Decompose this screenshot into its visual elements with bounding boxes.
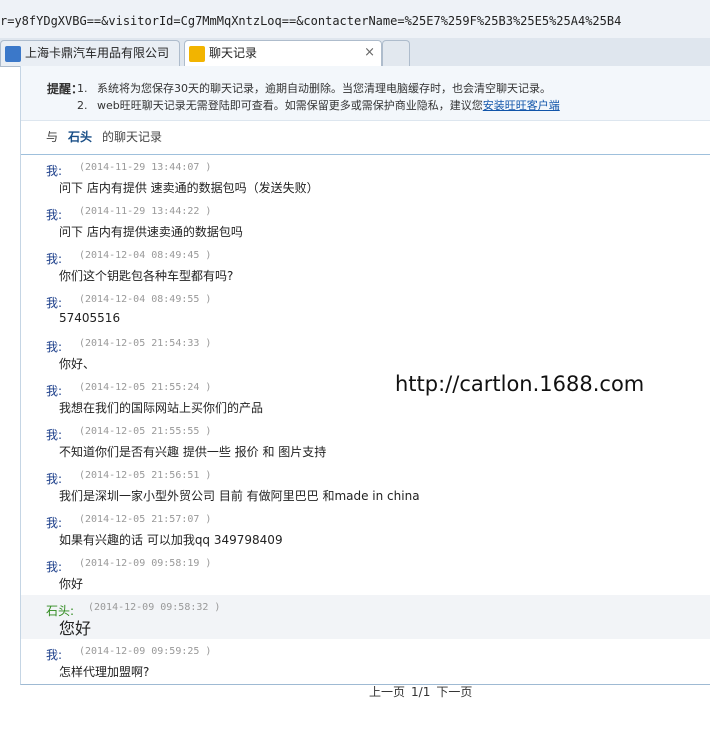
url-text[interactable]: r=y8fYDgXVBG==&visitorId=Cg7MmMqXntzLoq=… xyxy=(0,12,710,30)
message-text: 你们这个钥匙包各种车型都有吗? xyxy=(59,269,234,283)
page-indicator: 1/1 xyxy=(411,685,431,699)
message-time: (2014-12-09 09:58:19 ) xyxy=(79,558,212,569)
message-sender: 我: xyxy=(46,560,63,574)
tab-strip: 上海卡鼎汽车用品有限公司 聊天记录 × xyxy=(0,38,710,67)
message-sender: 我: xyxy=(46,208,63,222)
message-time: (2014-12-05 21:54:33 ) xyxy=(79,338,212,349)
tab-label: 聊天记录 xyxy=(209,46,258,60)
message-sender: 我: xyxy=(46,252,63,266)
message-text: 问下 店内有提供 速卖通的数据包吗（发送失败） xyxy=(59,181,319,195)
notice-box: 提醒： 1. 系统将为您保存30天的聊天记录，逾期自动删除。当您清理电脑缓存时，也… xyxy=(21,66,710,121)
message-time: (2014-11-29 13:44:22 ) xyxy=(79,206,212,217)
chat-message-incoming: 石头: (2014-12-09 09:58:32 ) 您好 xyxy=(21,595,710,639)
chat-message: 我: (2014-12-05 21:57:07 ) 如果有兴趣的话 可以加我qq… xyxy=(21,507,710,551)
message-text: 我们是深圳一家小型外贸公司 目前 有做阿里巴巴 和made in china xyxy=(59,489,420,503)
message-sender: 我: xyxy=(46,428,63,442)
message-time: (2014-12-09 09:58:32 ) xyxy=(88,602,221,613)
message-text: 57405516 xyxy=(59,311,121,325)
message-text: 你好、 xyxy=(59,357,96,371)
message-sender: 我: xyxy=(46,296,63,310)
message-sender: 我: xyxy=(46,472,63,486)
prev-page-link[interactable]: 上一页 xyxy=(369,685,405,699)
message-sender: 我: xyxy=(46,164,63,178)
conversation-header: 与石头 的聊天记录 xyxy=(21,120,710,155)
message-text: 问下 店内有提供速卖通的数据包吗 xyxy=(59,225,243,239)
shop-url-watermark: http://cartlon.1688.com xyxy=(395,372,645,396)
tab-label: 上海卡鼎汽车用品有限公司 xyxy=(25,46,170,60)
message-sender: 我: xyxy=(46,384,63,398)
message-time: (2014-12-09 09:59:25 ) xyxy=(79,646,212,657)
chat-message: 我: (2014-12-05 21:54:33 ) 你好、 xyxy=(21,331,710,375)
message-time: (2014-12-05 21:55:24 ) xyxy=(79,382,212,393)
message-text: 你好 xyxy=(59,577,84,591)
address-bar[interactable]: r=y8fYDgXVBG==&visitorId=Cg7MmMqXntzLoq=… xyxy=(0,0,710,39)
message-time: (2014-12-05 21:56:51 ) xyxy=(79,470,212,481)
tab-company[interactable]: 上海卡鼎汽车用品有限公司 xyxy=(0,40,180,66)
tab-chat-history[interactable]: 聊天记录 × xyxy=(184,40,382,66)
new-tab-button[interactable] xyxy=(382,40,410,66)
conversation-suffix: 的聊天记录 xyxy=(102,130,163,144)
notice-item: 2. web旺旺聊天记录无需登陆即可查看。如需保留更多或需保护商业隐私，建议您安装… xyxy=(77,99,560,112)
message-text: 怎样代理加盟啊? xyxy=(59,665,150,679)
message-time: (2014-12-04 08:49:45 ) xyxy=(79,250,212,261)
message-time: (2014-12-04 08:49:55 ) xyxy=(79,294,212,305)
message-sender: 我: xyxy=(46,340,63,354)
conversation-prefix: 与 xyxy=(46,130,59,144)
install-client-link[interactable]: 安装旺旺客户端 xyxy=(483,99,560,112)
message-text: 如果有兴趣的话 可以加我qq 349798409 xyxy=(59,533,283,547)
chat-message: 我: (2014-12-09 09:59:25 ) 怎样代理加盟啊? xyxy=(21,639,710,683)
message-time: (2014-12-05 21:55:55 ) xyxy=(79,426,212,437)
pagination: 上一页 1/1 下一页 xyxy=(369,683,478,700)
contact-name: 石头 xyxy=(68,130,93,144)
chat-message: 我: (2014-11-29 13:44:07 ) 问下 店内有提供 速卖通的数… xyxy=(21,155,710,199)
chat-message: 我: (2014-12-09 09:58:19 ) 你好 xyxy=(21,551,710,595)
page-favicon-icon xyxy=(5,45,21,62)
next-page-link[interactable]: 下一页 xyxy=(436,685,472,699)
wangwang-favicon-icon xyxy=(189,45,205,62)
message-sender: 我: xyxy=(46,648,63,662)
message-sender: 我: xyxy=(46,516,63,530)
close-tab-icon[interactable]: × xyxy=(364,41,375,65)
chat-message: 我: (2014-12-04 08:49:55 ) 57405516 xyxy=(21,287,710,331)
chat-message: 我: (2014-12-04 08:49:45 ) 你们这个钥匙包各种车型都有吗… xyxy=(21,243,710,287)
chat-message: 我: (2014-12-05 21:56:51 ) 我们是深圳一家小型外贸公司 … xyxy=(21,463,710,507)
chat-message: 我: (2014-11-29 13:44:22 ) 问下 店内有提供速卖通的数据… xyxy=(21,199,710,243)
notice-item: 1. 系统将为您保存30天的聊天记录，逾期自动删除。当您清理电脑缓存时，也会清空聊… xyxy=(77,82,551,95)
message-text: 您好 xyxy=(59,619,92,638)
message-text: 我想在我们的国际网站上买你们的产品 xyxy=(59,401,264,415)
message-text: 不知道你们是否有兴趣 提供一些 报价 和 图片支持 xyxy=(59,445,327,459)
message-time: (2014-12-05 21:57:07 ) xyxy=(79,514,212,525)
message-time: (2014-11-29 13:44:07 ) xyxy=(79,162,212,173)
chat-message: 我: (2014-12-05 21:55:55 ) 不知道你们是否有兴趣 提供一… xyxy=(21,419,710,463)
